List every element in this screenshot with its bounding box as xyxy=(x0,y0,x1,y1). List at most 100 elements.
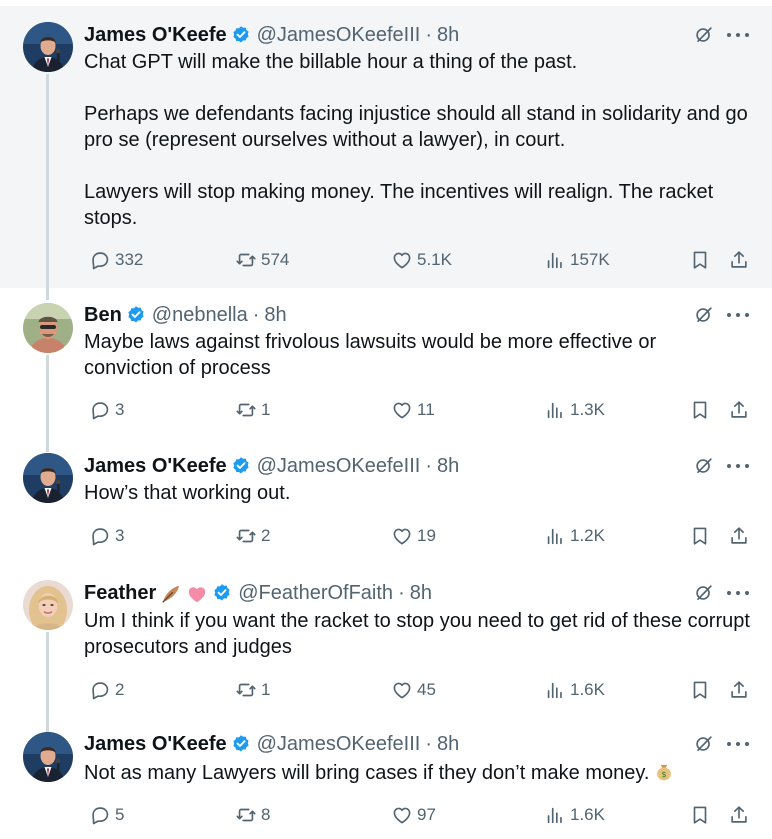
like-icon xyxy=(391,679,413,701)
share-icon[interactable] xyxy=(728,525,750,547)
text-line: Lawyers will stop making money. The ince… xyxy=(84,181,714,203)
grok-icon[interactable] xyxy=(693,455,715,477)
views-count: 1.2K xyxy=(570,526,605,545)
avatar[interactable] xyxy=(23,22,73,72)
verified-badge-icon xyxy=(126,305,146,325)
more-icon[interactable] xyxy=(725,455,751,477)
tweet-text: Chat GPT will make the billable hour a t… xyxy=(84,49,756,231)
reply-icon xyxy=(89,679,111,701)
views-count: 1.6K xyxy=(570,680,605,699)
tweet-header: James O'Keefe @JamesOKeefeIII · 8h xyxy=(84,20,459,50)
like-icon xyxy=(391,804,413,826)
reply-button[interactable]: 3 xyxy=(85,398,124,422)
like-button[interactable]: 97 xyxy=(387,803,436,827)
repost-button[interactable]: 2 xyxy=(231,524,270,548)
tweet-header: Ben @nebnella · 8h xyxy=(84,300,287,330)
bookmark-icon[interactable] xyxy=(689,804,711,826)
more-icon[interactable] xyxy=(725,24,751,46)
separator-dot: · xyxy=(398,581,405,604)
tweet-header: Feather @FeatherOfFaith · 8h xyxy=(84,578,432,608)
more-icon[interactable] xyxy=(725,304,751,326)
reply-button[interactable]: 332 xyxy=(85,248,143,272)
likes-count: 11 xyxy=(417,400,435,419)
repost-button[interactable]: 8 xyxy=(231,803,270,827)
text-line: Um I think if you want the racket to sto… xyxy=(84,610,750,632)
timestamp[interactable]: 8h xyxy=(410,582,432,605)
grok-icon[interactable] xyxy=(693,733,715,755)
reply-button[interactable]: 3 xyxy=(85,524,124,548)
views-button[interactable]: 1.6K xyxy=(540,803,605,827)
avatar[interactable] xyxy=(23,580,73,630)
timestamp[interactable]: 8h xyxy=(437,24,459,47)
bookmark-icon[interactable] xyxy=(689,249,711,271)
views-icon xyxy=(544,679,566,701)
separator-dot: · xyxy=(425,454,432,477)
repost-button[interactable]: 1 xyxy=(231,678,270,702)
timestamp[interactable]: 8h xyxy=(437,733,459,756)
avatar[interactable] xyxy=(23,453,73,503)
like-button[interactable]: 11 xyxy=(387,398,435,422)
avatar[interactable] xyxy=(23,732,73,782)
views-button[interactable]: 157K xyxy=(540,248,610,272)
more-icon[interactable] xyxy=(725,582,751,604)
views-icon xyxy=(544,804,566,826)
share-icon[interactable] xyxy=(728,679,750,701)
reposts-count: 1 xyxy=(261,680,271,699)
reposts-count: 574 xyxy=(261,250,290,269)
bookmark-icon[interactable] xyxy=(689,525,711,547)
views-button[interactable]: 1.6K xyxy=(540,678,605,702)
author-handle[interactable]: @JamesOKeefeIII xyxy=(257,733,421,756)
like-button[interactable]: 5.1K xyxy=(387,248,452,272)
replies-count: 332 xyxy=(115,250,144,269)
repost-button[interactable]: 574 xyxy=(231,248,289,272)
share-icon[interactable] xyxy=(728,399,750,421)
author-handle[interactable]: @JamesOKeefeIII xyxy=(257,455,421,478)
author-handle[interactable]: @nebnella xyxy=(152,304,248,327)
like-button[interactable]: 45 xyxy=(387,678,436,702)
reply-button[interactable]: 5 xyxy=(85,803,124,827)
more-icon[interactable] xyxy=(725,733,751,755)
share-icon[interactable] xyxy=(728,249,750,271)
views-button[interactable]: 1.3K xyxy=(540,398,605,422)
author-name[interactable]: James O'Keefe xyxy=(84,24,227,47)
tweet-text: Maybe laws against frivolous lawsuits wo… xyxy=(84,329,756,381)
bookmark-icon[interactable] xyxy=(689,679,711,701)
author-handle[interactable]: @JamesOKeefeIII xyxy=(257,24,421,47)
text-line: Perhaps we defendants facing injustice s… xyxy=(84,103,748,125)
grok-icon[interactable] xyxy=(693,304,715,326)
text-line: stops. xyxy=(84,207,138,229)
like-icon xyxy=(391,525,413,547)
replies-count: 3 xyxy=(115,400,125,419)
author-name[interactable]: James O'Keefe xyxy=(84,455,227,478)
author-name[interactable]: Ben xyxy=(84,304,122,327)
avatar[interactable] xyxy=(23,303,73,353)
like-icon xyxy=(391,249,413,271)
verified-badge-icon xyxy=(231,456,251,476)
reply-icon xyxy=(89,249,111,271)
reply-icon xyxy=(89,804,111,826)
repost-icon xyxy=(235,525,257,547)
repost-button[interactable]: 1 xyxy=(231,398,270,422)
verified-badge-icon xyxy=(231,734,251,754)
bookmark-icon[interactable] xyxy=(689,399,711,421)
author-name[interactable]: Feather xyxy=(84,582,156,605)
views-button[interactable]: 1.2K xyxy=(540,524,605,548)
author-name[interactable]: James O'Keefe xyxy=(84,733,227,756)
timestamp[interactable]: 8h xyxy=(437,455,459,478)
views-icon xyxy=(544,399,566,421)
share-icon[interactable] xyxy=(728,804,750,826)
reply-icon xyxy=(89,525,111,547)
replies-count: 3 xyxy=(115,526,125,545)
text-line: Maybe laws against frivolous lawsuits wo… xyxy=(84,331,657,353)
repost-icon xyxy=(235,679,257,701)
like-button[interactable]: 19 xyxy=(387,524,436,548)
replies-count: 5 xyxy=(115,805,125,824)
grok-icon[interactable] xyxy=(693,24,715,46)
grok-icon[interactable] xyxy=(693,582,715,604)
timestamp[interactable]: 8h xyxy=(264,304,286,327)
reply-button[interactable]: 2 xyxy=(85,678,124,702)
author-handle[interactable]: @FeatherOfFaith xyxy=(238,582,393,605)
repost-icon xyxy=(235,399,257,421)
